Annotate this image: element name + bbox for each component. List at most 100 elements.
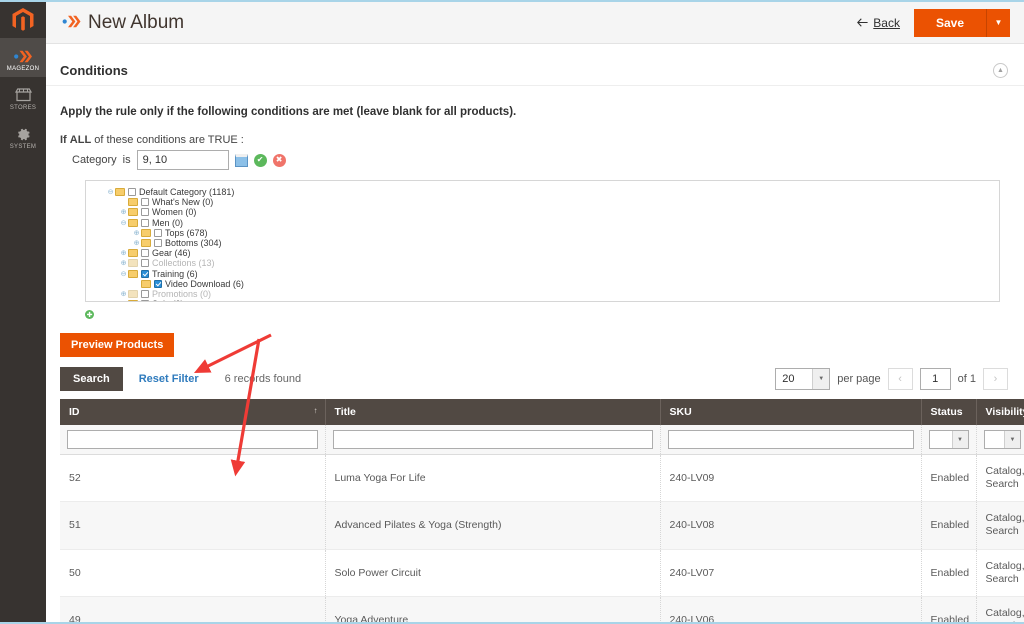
filter-select-status[interactable]: ▼ [928, 430, 969, 449]
chevron-down-icon[interactable]: ▼ [1004, 431, 1020, 448]
tree-node[interactable]: ⊕ Gear (46) [106, 248, 999, 258]
page-header: New Album Back Save ▼ [46, 2, 1024, 44]
chevron-down-icon[interactable]: ▼ [951, 431, 968, 448]
tree-checkbox[interactable] [141, 259, 149, 268]
tree-plus-icon[interactable]: ⊕ [119, 208, 128, 216]
conditions-lead: If ALL of these conditions are TRUE : [60, 134, 1010, 146]
per-page-label: per page [837, 373, 881, 385]
cell-status: Enabled [921, 454, 977, 503]
check-circle-icon[interactable]: ✔ [253, 153, 267, 167]
sidebar-item-label: MAGEZON [6, 65, 40, 72]
tree-minus-icon[interactable]: ⊖ [106, 188, 115, 196]
grid-column-header[interactable]: Visibility [976, 399, 1024, 425]
lead-aggregator[interactable]: ALL [70, 134, 91, 146]
magezon-chevrons-icon [14, 49, 32, 64]
per-page-select[interactable]: 20 ▼ [775, 368, 831, 390]
tree-checkbox[interactable] [154, 239, 162, 248]
tree-node[interactable]: ⊕ Promotions (0) [106, 289, 999, 299]
table-row[interactable]: 52 Luma Yoga For Life 240-LV09 Enabled Catal… [60, 454, 1024, 503]
save-split-button: Save ▼ [913, 8, 1010, 37]
grid-column-header[interactable]: Title [325, 399, 661, 425]
page-number-input[interactable] [919, 368, 951, 390]
tree-node-label: Women (0) [152, 207, 197, 218]
grid-column-label: Visibility [985, 406, 1024, 418]
tree-checkbox[interactable] [141, 198, 149, 207]
tree-minus-icon[interactable]: ⊖ [119, 270, 128, 278]
tree-node[interactable]: Sale (0) [106, 299, 999, 301]
tree-checkbox[interactable] [141, 300, 149, 301]
tree-node[interactable]: ⊕ Tops (678) [106, 228, 999, 238]
sidebar-item-stores[interactable]: STORES [0, 77, 46, 116]
prev-page-button[interactable]: ‹ [887, 368, 913, 390]
tree-checkbox[interactable] [141, 289, 149, 298]
gear-icon [16, 127, 31, 142]
tree-node[interactable]: ⊖ Men (0) [106, 218, 999, 228]
sidebar-item-magezon[interactable]: MAGEZON [0, 38, 46, 77]
grid-column-header[interactable]: ID ↑ [60, 399, 326, 425]
tree-node[interactable]: Video Download (6) [106, 279, 999, 289]
remove-circle-icon[interactable]: ✖ [272, 153, 286, 167]
chevron-up-circle-icon[interactable]: ▲ [993, 63, 1008, 78]
sidebar-item-system[interactable]: SYSTEM [0, 116, 46, 155]
back-button[interactable]: Back [857, 16, 900, 30]
condition-row: Category is ✔ ✖ [60, 150, 1010, 170]
chevron-down-icon[interactable]: ▼ [812, 369, 830, 389]
tree-checkbox[interactable] [141, 218, 149, 227]
page-total-label: of 1 [957, 373, 976, 385]
sort-asc-icon[interactable]: ↑ [314, 406, 318, 415]
filter-input-id[interactable] [67, 430, 318, 449]
reset-filter-link[interactable]: Reset Filter [139, 373, 199, 385]
grid-column-header[interactable]: Status [921, 399, 977, 425]
chevron-right-icon: › [993, 373, 998, 385]
tree-node[interactable]: ⊖ Training (6) [106, 269, 999, 279]
back-label: Back [873, 15, 900, 30]
tree-plus-icon[interactable]: ⊕ [119, 290, 128, 298]
tree-checkbox[interactable] [141, 249, 149, 258]
table-row[interactable]: 50 Solo Power Circuit 240-LV07 Enabled Catal… [60, 549, 1024, 597]
table-row[interactable]: 51 Advanced Pilates & Yoga (Strength) 240-… [60, 501, 1024, 550]
plus-circle-icon[interactable]: ✚ [85, 310, 94, 319]
folder-icon [128, 289, 138, 298]
preview-products-button[interactable]: Preview Products [60, 333, 175, 357]
folder-icon [141, 279, 151, 288]
tree-node[interactable]: ⊕ Women (0) [106, 207, 999, 217]
cell-title: Solo Power Circuit [325, 549, 661, 597]
tree-node[interactable]: ⊕ Bottoms (304) [106, 238, 999, 248]
chooser-icon[interactable] [234, 153, 248, 167]
filter-input-title[interactable] [332, 430, 653, 449]
grid-filter-cell [60, 425, 326, 455]
condition-operator[interactable]: is [123, 154, 131, 166]
tree-node[interactable]: ⊖ Default Category (1181) [106, 187, 999, 197]
save-options-button[interactable]: ▼ [986, 8, 1010, 37]
tree-checkbox[interactable] [154, 228, 162, 237]
page-title: New Album [62, 12, 184, 34]
tree-plus-icon[interactable]: ⊕ [119, 259, 128, 267]
condition-value-input[interactable] [136, 150, 229, 170]
grid-column-header[interactable]: SKU [660, 399, 922, 425]
tree-checkbox[interactable] [141, 208, 149, 217]
search-button[interactable]: Search [60, 367, 123, 391]
filter-input-sku[interactable] [667, 430, 914, 449]
grid-column-label: Title [334, 406, 356, 418]
save-button[interactable]: Save [913, 8, 986, 37]
tree-plus-icon[interactable]: ⊕ [132, 239, 141, 247]
tree-node[interactable]: ⊕ Collections (13) [106, 258, 999, 268]
tree-plus-icon[interactable]: ⊕ [132, 229, 141, 237]
tree-checkbox[interactable] [128, 188, 136, 197]
filter-select-visibility[interactable]: ▼ [983, 430, 1021, 449]
tree-plus-icon[interactable]: ⊕ [119, 249, 128, 257]
tree-node-label: Bottoms (304) [165, 238, 222, 249]
condition-attribute[interactable]: Category [72, 154, 117, 166]
tree-checkbox[interactable] [141, 269, 149, 278]
table-row[interactable]: 49 Yoga Adventure 240-LV06 Enabled Catalog, … [60, 596, 1024, 622]
arrow-left-icon [857, 16, 868, 30]
next-page-button[interactable]: › [983, 368, 1008, 390]
tree-node-label: Default Category (1181) [139, 187, 235, 198]
magento-logo[interactable] [0, 2, 46, 38]
tree-node[interactable]: What's New (0) [106, 197, 999, 207]
tree-minus-icon[interactable]: ⊖ [119, 219, 128, 227]
folder-icon [128, 259, 138, 268]
cell-sku: 240-LV07 [660, 549, 922, 597]
tree-checkbox[interactable] [154, 279, 162, 288]
category-tree-panel[interactable]: ⊖ Default Category (1181) What's New (0) ⊕ W… [85, 180, 1000, 302]
